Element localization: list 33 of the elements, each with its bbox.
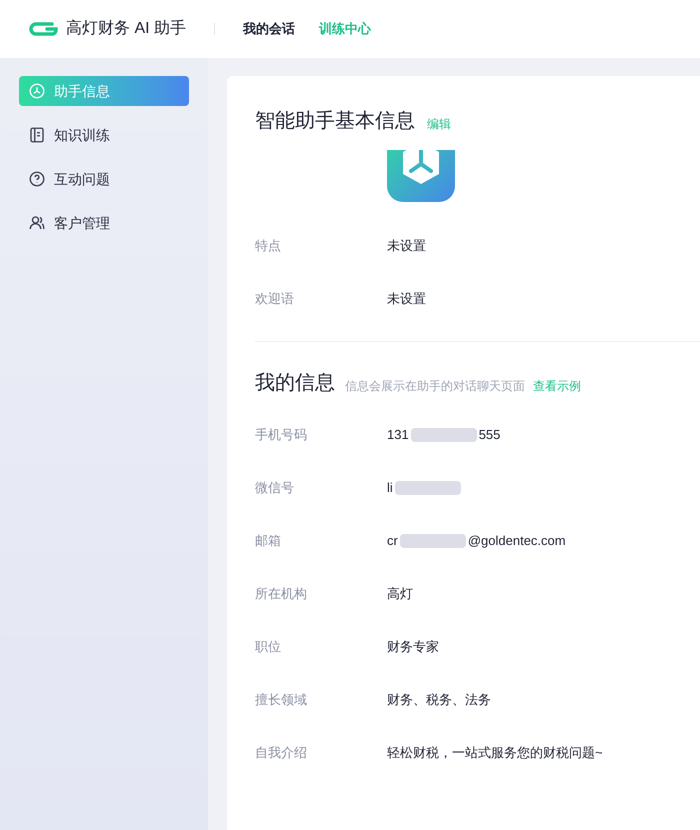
field-label: 擅长领域 [255, 690, 308, 709]
field-value: 131 [387, 426, 409, 444]
field-label: 所在机构 [255, 584, 308, 603]
section-title: 我的信息 [255, 371, 335, 396]
field-value: 轻松财税，一站式服务您的财税问题~ [387, 744, 603, 762]
users-icon [28, 214, 46, 232]
field-value: 高灯 [387, 584, 413, 603]
field-label: 欢迎语 [255, 290, 295, 308]
field-value: cr [387, 532, 398, 550]
section-hint: 信息会展示在助手的对话聊天页面 [345, 378, 525, 395]
field-value: 未设置 [387, 236, 426, 255]
field-label: 职位 [255, 638, 282, 656]
field-value: 555 [478, 426, 500, 444]
question-icon [28, 170, 46, 188]
sidebar-item[interactable]: 客户管理 [19, 208, 189, 238]
assistant-avatar [387, 150, 455, 202]
sidebar-item[interactable]: 知识训练 [19, 120, 189, 150]
section-title: 智能助手基本信息 [255, 109, 415, 134]
field-label: 特点 [255, 236, 282, 255]
field-value: 财务、税务、法务 [387, 690, 491, 709]
field-value: 未设置 [387, 290, 426, 308]
field-value: 财务专家 [387, 638, 439, 656]
field-label: 自我介绍 [255, 744, 308, 762]
nav-tab[interactable]: 我的会话 [243, 19, 296, 39]
field-label: 微信号 [255, 478, 295, 497]
field-label: 邮箱 [255, 532, 282, 550]
field-value: @goldentec.com [468, 532, 566, 550]
brand-name: 高灯财务 AI 助手 [66, 18, 186, 39]
sidebar-item[interactable]: 互动问题 [19, 164, 189, 194]
field-label: 手机号码 [255, 426, 308, 444]
logo-icon [28, 22, 58, 36]
book-icon [28, 126, 46, 144]
field-value: li [387, 478, 393, 497]
